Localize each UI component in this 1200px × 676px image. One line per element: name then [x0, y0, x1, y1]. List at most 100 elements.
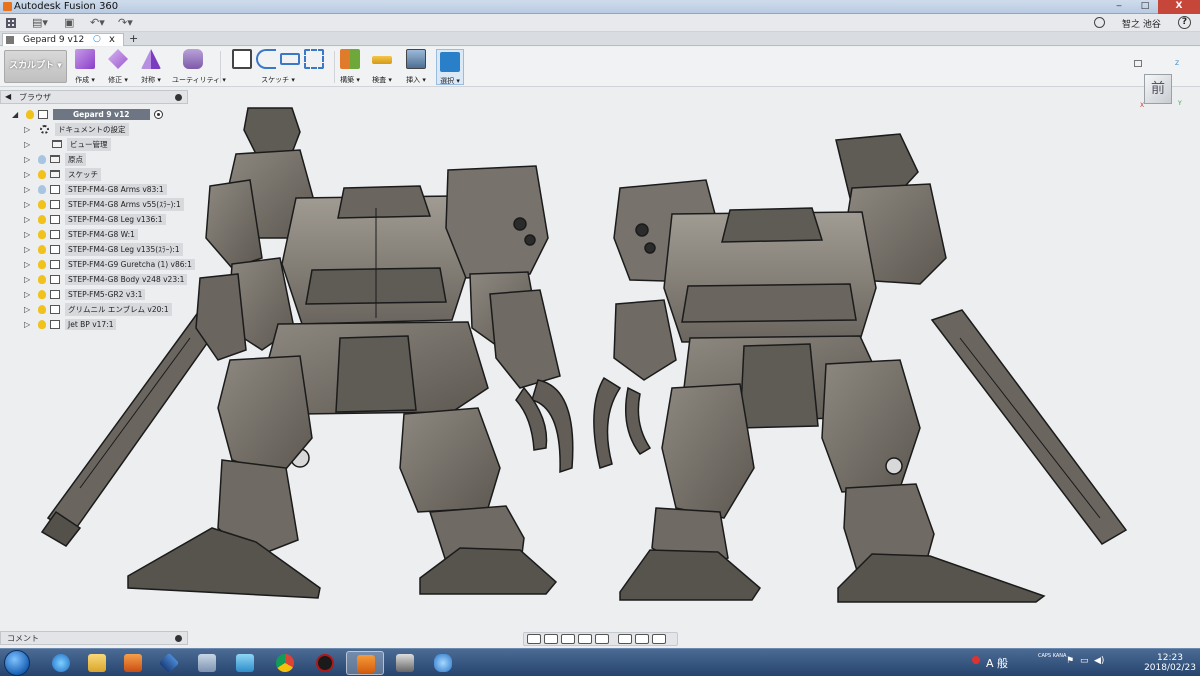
taskbar-clock[interactable]: 12:23 2018/02/23: [1140, 653, 1200, 673]
user-account-menu[interactable]: 智之 池谷: [1122, 17, 1161, 30]
expand-arrow-icon[interactable]: ▷: [24, 215, 32, 224]
expand-arrow-icon[interactable]: ◢: [12, 110, 20, 119]
expand-arrow-icon[interactable]: ▷: [24, 260, 32, 269]
symmetry-group[interactable]: 対称 ▾: [138, 49, 164, 85]
visibility-bulb-icon[interactable]: [38, 289, 46, 299]
taskbar-chrome[interactable]: [266, 651, 304, 675]
view-cube-front-face[interactable]: 前: [1144, 74, 1172, 104]
tree-item[interactable]: ▷ STEP-FM4-G8 Body v248 v23:1: [24, 272, 188, 286]
panel-pin-icon[interactable]: [175, 94, 182, 101]
taskbar-explorer[interactable]: [78, 651, 116, 675]
visibility-bulb-icon[interactable]: [38, 259, 46, 269]
expand-arrow-icon[interactable]: ▷: [24, 125, 32, 134]
visibility-bulb-icon[interactable]: [38, 319, 46, 329]
tree-item[interactable]: ▷ STEP-FM4-G8 Leg v136:1: [24, 212, 166, 226]
visibility-bulb-off-icon[interactable]: [38, 154, 46, 164]
comments-panel[interactable]: コメント: [0, 631, 188, 645]
comments-add-icon[interactable]: [175, 635, 182, 642]
tray-alert-icon[interactable]: [972, 656, 980, 664]
tree-item[interactable]: ▷ STEP-FM5-GR2 v3:1: [24, 287, 146, 301]
grid-settings-icon[interactable]: [635, 634, 649, 644]
tree-item[interactable]: ▷ 原点: [24, 152, 86, 166]
inspect-group[interactable]: 検査 ▾: [370, 49, 394, 85]
visibility-bulb-icon[interactable]: [38, 199, 46, 209]
help-icon[interactable]: ?: [1178, 16, 1191, 29]
expand-arrow-icon[interactable]: ▷: [24, 155, 32, 164]
expand-arrow-icon[interactable]: ▷: [24, 185, 32, 194]
tree-item[interactable]: ▷ グリムニル エンブレム v20:1: [24, 302, 172, 316]
undo-icon[interactable]: ↶▾: [90, 16, 105, 30]
visibility-bulb-icon[interactable]: [38, 274, 46, 284]
tree-item[interactable]: ▷ ドキュメントの設定: [24, 122, 129, 136]
select-group[interactable]: 選択 ▾: [436, 49, 464, 85]
tree-item[interactable]: ▷ STEP-FM4-G8 W:1: [24, 227, 138, 241]
tree-item[interactable]: ▷ スケッチ: [24, 167, 101, 181]
tree-item[interactable]: ▷ Jet BP v17:1: [24, 317, 117, 331]
pan-hand-icon[interactable]: [561, 634, 575, 644]
maximize-button[interactable]: □: [1132, 0, 1158, 14]
taskbar-app-10[interactable]: [386, 651, 424, 675]
start-button[interactable]: [4, 650, 30, 676]
taskbar-app-4[interactable]: [150, 651, 188, 675]
job-status-clock-icon[interactable]: [1094, 17, 1105, 28]
visibility-bulb-icon[interactable]: [38, 214, 46, 224]
expand-arrow-icon[interactable]: ▷: [24, 290, 32, 299]
expand-arrow-icon[interactable]: ▷: [24, 275, 32, 284]
ime-indicator[interactable]: A 般: [986, 655, 1008, 671]
tray-volume-icon[interactable]: ◀): [1094, 656, 1104, 666]
expand-arrow-icon[interactable]: ▷: [24, 200, 32, 209]
construct-group[interactable]: 構築 ▾: [338, 49, 362, 85]
orbit-icon[interactable]: [527, 634, 541, 644]
zoom-icon[interactable]: [578, 634, 592, 644]
tray-flag-icon[interactable]: ⚑: [1066, 656, 1074, 666]
sketch-group[interactable]: スケッチ ▾: [226, 49, 330, 85]
taskbar-fusion360[interactable]: [346, 651, 384, 675]
expand-arrow-icon[interactable]: ▷: [24, 245, 32, 254]
taskbar-app-11[interactable]: [424, 651, 462, 675]
new-tab-button[interactable]: +: [129, 32, 138, 45]
tree-item[interactable]: ▷ ビュー管理: [24, 137, 111, 151]
create-group[interactable]: 作成 ▾: [72, 49, 98, 85]
workspace-switcher[interactable]: スカルプト ▾: [4, 50, 67, 83]
visibility-bulb-icon[interactable]: [38, 229, 46, 239]
view-cube[interactable]: 前 Z X Y: [1134, 60, 1182, 110]
taskbar-app-8[interactable]: [306, 651, 344, 675]
close-window-button[interactable]: X: [1158, 0, 1200, 14]
taskbar-ie[interactable]: [42, 651, 80, 675]
expand-arrow-icon[interactable]: ▷: [24, 140, 32, 149]
tray-network-icon[interactable]: ▭: [1080, 656, 1089, 666]
expand-arrow-icon[interactable]: ▷: [24, 305, 32, 314]
fit-icon[interactable]: [595, 634, 609, 644]
file-menu-icon[interactable]: ▤▾: [32, 16, 48, 30]
expand-arrow-icon[interactable]: ▷: [24, 230, 32, 239]
expand-arrow-icon[interactable]: ▷: [24, 170, 32, 179]
taskbar-media-player[interactable]: [114, 651, 152, 675]
display-settings-icon[interactable]: [618, 634, 632, 644]
data-panel-grid-icon[interactable]: [6, 18, 16, 28]
document-tab[interactable]: Gepard 9 v12 ○ x: [2, 33, 124, 46]
design-canvas[interactable]: [0, 88, 1200, 630]
insert-group[interactable]: 挿入 ▾: [404, 49, 428, 85]
utilities-group[interactable]: ユーティリティ ▾: [172, 49, 226, 85]
expand-arrow-icon[interactable]: ▷: [24, 320, 32, 329]
save-icon[interactable]: ▣: [64, 16, 74, 30]
tree-root[interactable]: ◢ Gepard 9 v12: [12, 107, 163, 121]
viewports-icon[interactable]: [652, 634, 666, 644]
taskbar-app-6[interactable]: [226, 651, 264, 675]
tree-item[interactable]: ▷ STEP-FM4-G8 Leg v135(ｽﾗｰ):1: [24, 242, 183, 256]
tree-item[interactable]: ▷ STEP-FM4-G8 Arms v83:1: [24, 182, 167, 196]
tree-item[interactable]: ▷ STEP-FM4-G9 Guretcha (1) v86:1: [24, 257, 195, 271]
look-at-icon[interactable]: [544, 634, 558, 644]
activate-radio-icon[interactable]: [153, 109, 163, 119]
collapse-arrow-icon[interactable]: ◀: [5, 92, 11, 101]
taskbar-calculator[interactable]: [188, 651, 226, 675]
visibility-bulb-icon[interactable]: [38, 304, 46, 314]
close-tab-icon[interactable]: x: [109, 34, 115, 45]
visibility-bulb-off-icon[interactable]: [38, 184, 46, 194]
tree-item[interactable]: ▷ STEP-FM4-G8 Arms v55(ｽﾗｰ):1: [24, 197, 184, 211]
browser-panel-header[interactable]: ◀ ブラウザ: [0, 90, 188, 104]
redo-icon[interactable]: ↷▾: [118, 16, 133, 30]
home-view-icon[interactable]: [1134, 60, 1142, 67]
visibility-bulb-icon[interactable]: [38, 169, 46, 179]
minimize-button[interactable]: ‒: [1106, 0, 1132, 14]
